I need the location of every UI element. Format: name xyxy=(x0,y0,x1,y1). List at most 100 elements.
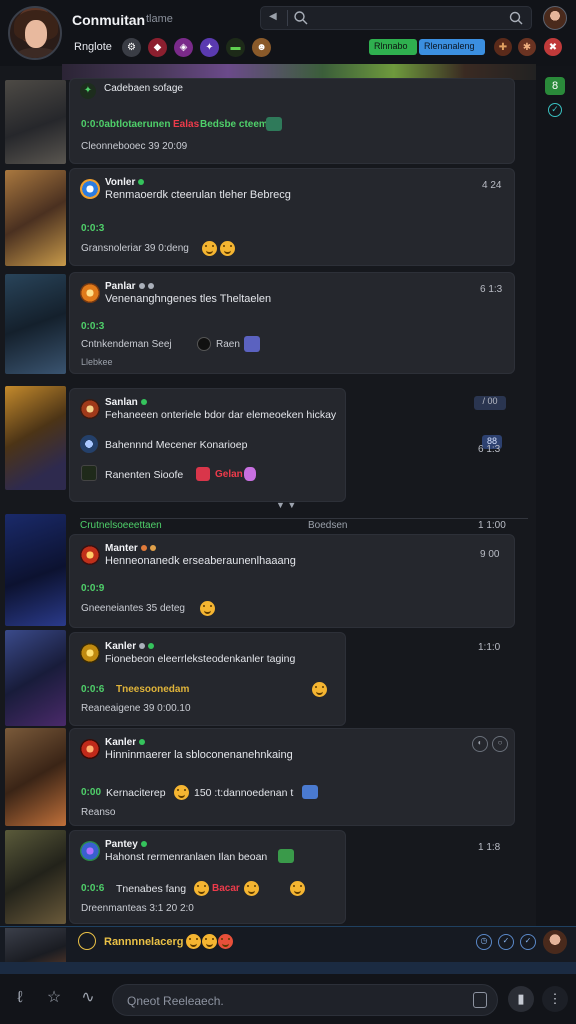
profile-avatar[interactable] xyxy=(8,6,62,60)
star-outline-icon[interactable]: ☆ xyxy=(42,986,66,1010)
sender-name: Panlar xyxy=(105,281,154,292)
trooper-thumbnail[interactable] xyxy=(5,830,66,924)
chevron-left-icon[interactable]: ◀ xyxy=(269,11,277,22)
check-icon[interactable]: ✓ xyxy=(548,103,562,117)
trophy-icon[interactable]: ✱ xyxy=(518,38,536,56)
message-meta: Gneeneiantes 35 deteg xyxy=(81,603,185,614)
sender-name: Manter xyxy=(105,543,156,554)
face-icon[interactable]: ☻ xyxy=(252,38,271,57)
message-card[interactable]: Kanler Hinninmaerer la sbloconenanehnkai… xyxy=(69,728,515,826)
message-meta-2: Raen xyxy=(216,339,240,350)
player-badge-icon xyxy=(80,435,98,453)
player-badge-icon xyxy=(80,179,100,199)
message-time: 1 1:8 xyxy=(478,842,501,853)
message-tag-green: Bedsbe cteeml xyxy=(200,119,271,130)
commando-thumbnail[interactable] xyxy=(5,170,66,266)
progress-strip xyxy=(0,962,576,974)
brawler-thumbnail[interactable] xyxy=(5,728,66,826)
chevron-down-icon[interactable]: ▼ ▼ xyxy=(276,500,296,510)
page-subtitle: tlame xyxy=(146,13,173,25)
now-playing-text: Rannnnelacerg xyxy=(104,936,184,948)
ranger-thumbnail[interactable] xyxy=(5,630,66,726)
search-filter-icon[interactable] xyxy=(507,9,525,27)
message-text-2: Kernaciterep xyxy=(106,787,166,799)
reply-icon[interactable]: ◐ xyxy=(472,736,488,752)
attachment-icon[interactable] xyxy=(473,992,487,1008)
gem-icon xyxy=(278,849,294,863)
message-code: 0:0:0abtlotaerunen xyxy=(81,119,171,130)
notification-badge[interactable]: 8 xyxy=(545,77,565,95)
search-bar[interactable]: ◀ xyxy=(260,6,532,30)
more-icon[interactable]: ○ xyxy=(492,736,508,752)
armored-thumbnail[interactable] xyxy=(5,386,66,490)
bolt-icon[interactable]: ▬ xyxy=(226,38,245,57)
message-card[interactable]: Sanlan Fehaneeen onteriele bdor dar elem… xyxy=(69,388,346,502)
smile-emoji-icon xyxy=(202,241,217,256)
lasso-icon[interactable]: ℓ xyxy=(8,986,32,1010)
more-menu-button[interactable]: ⋮ xyxy=(542,986,568,1012)
user-avatar[interactable] xyxy=(543,930,567,954)
message-time: 9 00 xyxy=(480,549,500,560)
message-composer[interactable] xyxy=(112,984,498,1016)
user-avatar[interactable] xyxy=(543,6,567,30)
player-badge-icon xyxy=(80,283,100,303)
soldier-thumbnail[interactable] xyxy=(5,80,66,164)
check-circle-icon[interactable]: ✓ xyxy=(498,934,514,950)
dice-icon xyxy=(244,336,260,352)
message-text-2: Bahennnd Mecener Konarioep xyxy=(105,439,248,451)
sender-name: Kanler xyxy=(105,641,155,652)
message-card[interactable]: Pantey Hahonst rermenranlaen Ilan beoan … xyxy=(69,830,346,924)
mech-thumbnail[interactable] xyxy=(5,514,66,626)
message-time: 6 1:3 xyxy=(478,444,501,455)
gift-icon[interactable]: ✚ xyxy=(494,38,512,56)
message-card[interactable]: Manter Henneonanedk erseaberaunenlhaaang… xyxy=(69,534,515,628)
section-time: 1 1:00 xyxy=(478,520,506,531)
star-icon[interactable]: ✦ xyxy=(200,38,219,57)
message-time: 6 1:3 xyxy=(480,284,503,295)
message-tag-red: Bacar xyxy=(212,883,240,894)
confirm-icon[interactable]: ✓ xyxy=(520,934,536,950)
message-code: 0:0:3 xyxy=(81,321,105,332)
sender-name: Pantey xyxy=(105,839,147,850)
section-right-label: Boedsen xyxy=(308,520,348,531)
message-card[interactable]: Panlar Venenanghngenes tles Theltaelen 6… xyxy=(69,272,515,374)
message-footnote: Llebkee xyxy=(81,357,113,367)
smile-emoji-icon xyxy=(194,881,209,896)
message-tag-red: Gelan xyxy=(215,469,243,480)
message-text: Fionebeon eleerrleksteodenkanler taging xyxy=(105,653,296,665)
message-card[interactable]: Kanler Fionebeon eleerrleksteodenkanler … xyxy=(69,632,346,726)
message-card[interactable]: ✦ Cadebaen sofage 0:0:0abtlotaerunen Eal… xyxy=(69,78,515,164)
page-title: Conmuitan xyxy=(72,12,146,28)
message-code: 0:0:9 xyxy=(81,583,105,594)
message-meta: Cntnkendeman Seej xyxy=(81,339,172,350)
player-badge-icon xyxy=(80,841,100,861)
message-card[interactable]: Vonler Renmaoerdk cteerulan tleher Bebre… xyxy=(69,168,515,266)
message-code: 0:0:6 xyxy=(81,684,105,695)
wave-icon[interactable]: ∿ xyxy=(76,986,100,1010)
header-tag: Rnglote xyxy=(74,41,112,53)
mask-icon[interactable]: ◆ xyxy=(148,38,167,57)
wink-emoji-icon xyxy=(220,241,235,256)
grin-emoji-icon xyxy=(290,881,305,896)
shield-icon[interactable]: ◈ xyxy=(174,38,193,57)
status-pill-blue[interactable]: Rlenanaleng xyxy=(419,39,485,55)
message-text-3: Ranenten Sioofe xyxy=(105,469,184,481)
send-button[interactable]: ▮ xyxy=(508,986,534,1012)
message-meta: Reanso xyxy=(81,807,116,818)
alert-icon[interactable]: ✖ xyxy=(544,38,562,56)
player-badge-icon xyxy=(80,739,100,759)
divider xyxy=(80,518,528,519)
message-feed[interactable]: ✦ Cadebaen sofage 0:0:0abtlotaerunen Eal… xyxy=(0,66,536,926)
sniper-thumbnail[interactable] xyxy=(5,274,66,374)
section-label: Crutnelsoeeettaen xyxy=(80,520,162,531)
status-pill-green[interactable]: Rlnnabo xyxy=(369,39,417,55)
message-input[interactable] xyxy=(127,991,457,1011)
search-icon[interactable] xyxy=(292,9,310,27)
replay-icon[interactable]: ◷ xyxy=(476,934,492,950)
message-text: Henneonanedk erseaberaunenlhaaang xyxy=(105,555,296,567)
gear-icon[interactable]: ⚙ xyxy=(122,38,141,57)
smile-emoji-icon xyxy=(202,934,217,949)
message-meta: Gransnoleriar 39 0:deng xyxy=(81,243,189,254)
rage-emoji-icon xyxy=(196,467,210,481)
message-time: 4 24 xyxy=(482,180,502,191)
